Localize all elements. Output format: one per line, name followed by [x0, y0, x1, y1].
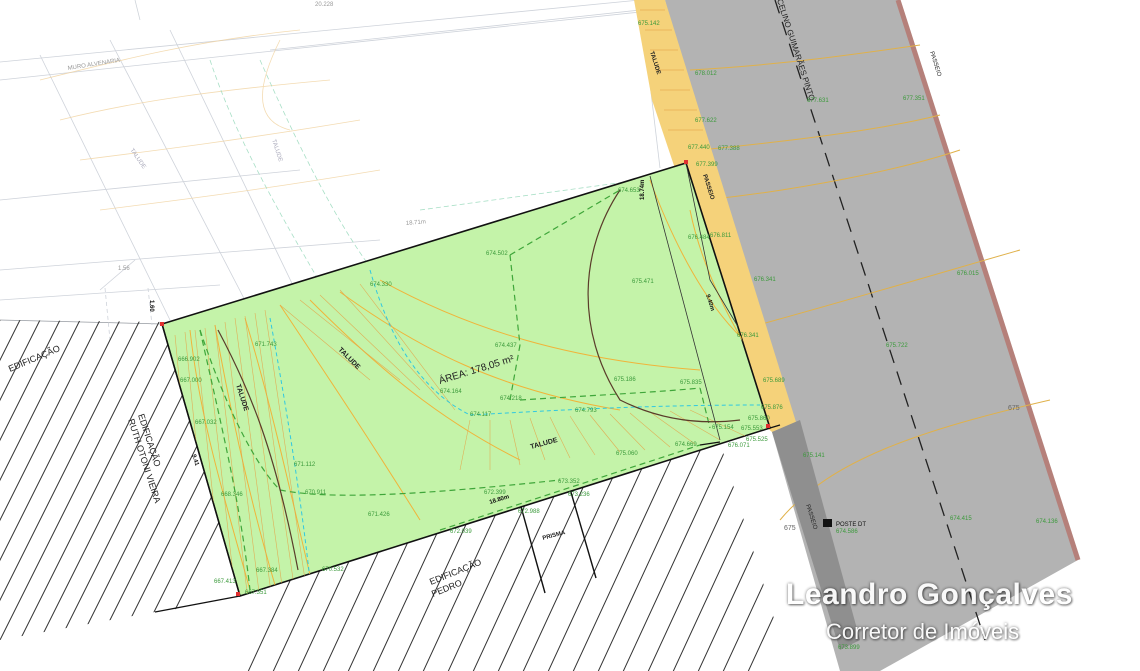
elev: 672.988	[518, 509, 540, 515]
elev: 673.899	[838, 645, 860, 651]
elev: 675.154	[712, 425, 734, 431]
elev: 672.039	[450, 529, 472, 535]
elev: 677.399	[696, 162, 718, 168]
background-contours	[39, 29, 381, 211]
elev: 674.136	[1036, 519, 1058, 525]
talude-label-bg: TALUDE	[270, 139, 283, 163]
passeio-label-2: PASSEIO	[928, 51, 942, 78]
elev: 672.399	[484, 490, 506, 496]
elev: 676.341	[754, 277, 776, 283]
elev: 676.811	[710, 233, 732, 239]
dim-top-road: 20.228	[315, 2, 334, 8]
elev: 666.902	[178, 357, 200, 363]
elev: 667.384	[256, 568, 278, 574]
dim-front: 18.74m	[640, 180, 646, 200]
elev: 674.793	[575, 408, 597, 414]
elev-675-label-2: 675	[784, 525, 796, 532]
elev: 674.586	[836, 529, 858, 535]
elev: 668.346	[221, 492, 243, 498]
elev: 677.388	[718, 146, 740, 152]
elev: 676.071	[728, 443, 750, 449]
elev: 678.012	[695, 71, 717, 77]
elev: 674.669	[675, 442, 697, 448]
elev: 674.502	[486, 251, 508, 257]
elev: 675.186	[614, 377, 636, 383]
elev: 667.032	[195, 420, 217, 426]
elev: 676.341	[737, 333, 759, 339]
elev: 675.141	[803, 453, 825, 459]
elev: 671.426	[368, 512, 390, 518]
site-plan: ÁREA: 178,05 m² TALUDE TALUDE TALUDE TAL…	[0, 0, 1140, 671]
talude-label-bg2: TALUDE	[128, 148, 146, 170]
elev: 674.164	[440, 389, 462, 395]
watermark-name: Leandro Gonçalves	[786, 578, 1073, 611]
elev: 677.631	[807, 98, 829, 104]
dim-offset-b: 1.56	[118, 266, 130, 272]
elev: 675.553	[741, 426, 763, 432]
poste-marker	[823, 519, 832, 527]
dim-left: 9.41	[190, 454, 200, 468]
elev: 674.653	[618, 188, 640, 194]
topographic-plan-drawing: ÁREA: 178,05 m² TALUDE TALUDE TALUDE TAL…	[0, 0, 1081, 671]
elev: 671.743	[255, 342, 277, 348]
dim-offset: 1.60	[148, 300, 154, 312]
elev: 675.689	[763, 378, 785, 384]
elev: 670.911	[305, 490, 327, 496]
elev: 677.440	[688, 145, 710, 151]
elev: 674.117	[470, 412, 492, 418]
elev: 674.415	[950, 516, 972, 522]
elev: 675.060	[616, 451, 638, 457]
elev: 675.142	[638, 21, 660, 27]
elev: 667.000	[180, 378, 202, 384]
prisma-label: PRISMA	[542, 530, 567, 542]
elev: 674.437	[495, 343, 517, 349]
elev: 675.860	[748, 416, 770, 422]
dim-top-long: 18.71m	[406, 219, 426, 227]
elev: 667.413	[214, 579, 236, 585]
watermark-subtitle: Corretor de Imóveis	[826, 619, 1020, 644]
elev: 671.112	[294, 462, 316, 468]
elev: 674.218	[500, 396, 522, 402]
elev: 677.622	[695, 118, 717, 124]
elev: 676.484	[688, 235, 710, 241]
elev: 673.236	[568, 492, 590, 498]
elev: 675.722	[886, 343, 908, 349]
poste-label: POSTE DT	[836, 522, 866, 528]
elev: 676.015	[957, 271, 979, 277]
elev: 675.876	[761, 405, 783, 411]
elev: 677.351	[903, 96, 925, 102]
elev: 675.471	[632, 279, 654, 285]
elev: 674.330	[370, 282, 392, 288]
edificacao-left: EDIFICAÇÃO	[7, 343, 62, 374]
elev: 667.351	[245, 590, 267, 596]
elev: 675.835	[680, 380, 702, 386]
elev: 673.352	[558, 479, 580, 485]
elev: 670.532	[322, 567, 344, 573]
elev-675-label: 675	[1008, 405, 1020, 412]
